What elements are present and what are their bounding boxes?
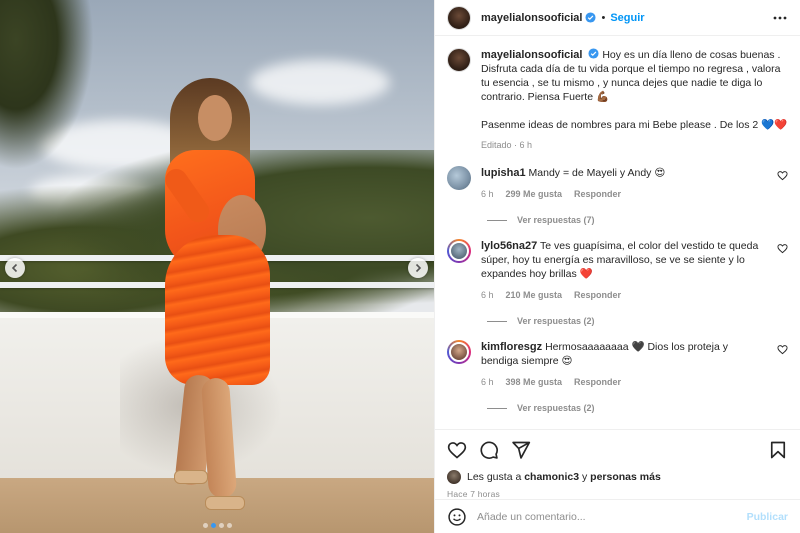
comment-likes[interactable]: 398 Me gusta bbox=[506, 375, 563, 389]
follow-button[interactable]: Seguir bbox=[610, 12, 644, 24]
comment-meta: 6 h 398 Me gusta Responder bbox=[481, 375, 766, 389]
reply-button[interactable]: Responder bbox=[574, 187, 621, 201]
header-separator: • bbox=[601, 11, 606, 24]
comment-item: kimfloresgz Hermosaaaaaaaa 🖤 Dios los pr… bbox=[447, 340, 788, 389]
comment-input[interactable] bbox=[477, 510, 737, 523]
more-options-icon[interactable] bbox=[772, 10, 788, 26]
view-replies-button[interactable]: Ver respuestas (2) bbox=[487, 403, 788, 413]
comment-text: Mandy = de Mayeli y Andy 😍 bbox=[528, 167, 666, 179]
post-side-panel: mayelialonsooficial • Seguir mayelialons… bbox=[434, 0, 800, 533]
author-avatar[interactable] bbox=[447, 5, 471, 30]
caption-text-2: Pasenme ideas de nombres para mi Bebe pl… bbox=[481, 119, 788, 131]
comment-meta: 6 h 299 Me gusta Responder bbox=[481, 187, 766, 201]
view-replies-label: Ver respuestas (7) bbox=[517, 215, 595, 225]
comment-time: 6 h bbox=[481, 290, 494, 300]
photo-dress-skirt bbox=[165, 235, 270, 385]
comment-item: lupisha1 Mandy = de Mayeli y Andy 😍 6 h … bbox=[447, 166, 788, 201]
liker-avatar[interactable] bbox=[447, 470, 461, 484]
carousel-prev-button[interactable] bbox=[5, 258, 25, 278]
photo-shoe bbox=[174, 470, 208, 484]
likes-prefix: Les gusta a bbox=[467, 471, 522, 483]
emoji-icon[interactable] bbox=[447, 507, 467, 527]
comment-time: 6 h bbox=[481, 377, 494, 387]
chevron-left-icon bbox=[11, 263, 18, 273]
comment-body: kimfloresgz Hermosaaaaaaaa 🖤 Dios los pr… bbox=[481, 340, 788, 389]
view-replies-button[interactable]: Ver respuestas (2) bbox=[487, 316, 788, 326]
comment-item: lylo56na27 Te ves guapísima, el color de… bbox=[447, 239, 788, 302]
post-caption: mayelialonsooficial Hoy es un día lleno … bbox=[447, 48, 788, 152]
replies-line bbox=[487, 407, 507, 409]
photo-cloud bbox=[250, 60, 390, 105]
carousel-dots bbox=[0, 523, 434, 528]
comment-likes[interactable]: 210 Me gusta bbox=[506, 288, 563, 302]
reply-button[interactable]: Responder bbox=[574, 288, 621, 302]
photo-shoe bbox=[205, 496, 245, 510]
post-photo[interactable] bbox=[0, 0, 434, 533]
replies-line bbox=[487, 320, 507, 322]
likes-summary: Les gusta a chamonic3 y personas más bbox=[467, 471, 661, 483]
view-replies-button[interactable]: Ver respuestas (7) bbox=[487, 215, 788, 225]
comment-body: lupisha1 Mandy = de Mayeli y Andy 😍 6 h … bbox=[481, 166, 788, 201]
caption-body: mayelialonsooficial Hoy es un día lleno … bbox=[481, 48, 788, 152]
commenter-username[interactable]: lupisha1 bbox=[481, 167, 526, 179]
share-send-icon[interactable] bbox=[511, 440, 531, 460]
photo-palm bbox=[0, 0, 100, 180]
comment-likes[interactable]: 299 Me gusta bbox=[506, 187, 563, 201]
commenter-avatar[interactable] bbox=[447, 340, 471, 364]
post-actions: Les gusta a chamonic3 y personas más Hac… bbox=[435, 429, 800, 499]
photo-face bbox=[198, 95, 232, 141]
carousel-next-button[interactable] bbox=[408, 258, 428, 278]
view-replies-label: Ver respuestas (2) bbox=[517, 316, 595, 326]
liker-username[interactable]: chamonic3 bbox=[524, 471, 579, 483]
post-timestamp: Hace 7 horas bbox=[447, 489, 500, 499]
carousel-dot bbox=[202, 523, 208, 528]
comments-section: mayelialonsooficial Hoy es un día lleno … bbox=[435, 36, 800, 429]
comment-time: 6 h bbox=[481, 189, 494, 199]
verified-badge-icon bbox=[588, 48, 599, 59]
caption-username[interactable]: mayelialonsooficial bbox=[481, 49, 582, 61]
commenter-username[interactable]: lylo56na27 bbox=[481, 240, 537, 252]
author-avatar[interactable] bbox=[447, 48, 471, 72]
like-comment-heart-icon[interactable] bbox=[777, 243, 788, 254]
view-replies-label: Ver respuestas (2) bbox=[517, 403, 595, 413]
verified-badge-icon bbox=[585, 12, 597, 23]
carousel-dot bbox=[226, 523, 232, 528]
author-username[interactable]: mayelialonsooficial bbox=[481, 12, 582, 24]
comment-meta: 6 h 210 Me gusta Responder bbox=[481, 288, 766, 302]
publish-button[interactable]: Publicar bbox=[747, 511, 788, 523]
carousel-dot bbox=[218, 523, 224, 528]
post-view: mayelialonsooficial • Seguir mayelialons… bbox=[0, 0, 800, 533]
likes-connector: y bbox=[582, 471, 588, 483]
reply-button[interactable]: Responder bbox=[574, 375, 621, 389]
like-heart-icon[interactable] bbox=[447, 440, 467, 460]
like-comment-heart-icon[interactable] bbox=[777, 170, 788, 181]
like-comment-heart-icon[interactable] bbox=[777, 344, 788, 355]
caption-edited-time: Editado · 6 h bbox=[481, 140, 533, 150]
comment-body: lylo56na27 Te ves guapísima, el color de… bbox=[481, 239, 788, 302]
comment-bubble-icon[interactable] bbox=[479, 440, 499, 460]
carousel-dot bbox=[210, 523, 216, 528]
add-comment-bar: Publicar bbox=[435, 499, 800, 533]
chevron-right-icon bbox=[415, 263, 422, 273]
post-header: mayelialonsooficial • Seguir bbox=[435, 0, 800, 36]
liked-by-row: Les gusta a chamonic3 y personas más bbox=[447, 470, 788, 484]
action-icons bbox=[447, 436, 788, 464]
likes-others[interactable]: personas más bbox=[590, 471, 661, 483]
commenter-avatar[interactable] bbox=[447, 239, 471, 263]
replies-line bbox=[487, 219, 507, 221]
bookmark-save-icon[interactable] bbox=[768, 440, 788, 460]
commenter-username[interactable]: kimfloresgz bbox=[481, 341, 542, 353]
commenter-avatar[interactable] bbox=[447, 166, 471, 190]
